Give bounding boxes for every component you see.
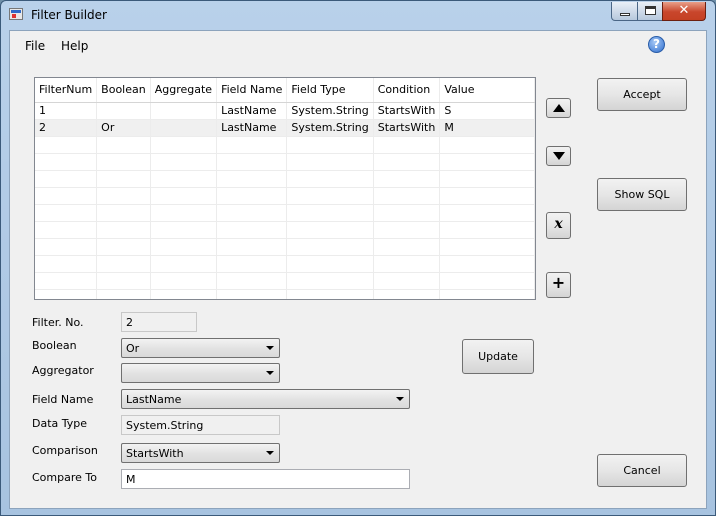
cell-aggregate [150, 119, 218, 137]
grid-header-row: FilterNum Boolean Aggregate Field Name F… [35, 78, 535, 103]
window-title: Filter Builder [31, 8, 107, 22]
minimize-button[interactable] [611, 2, 638, 21]
cell-field-type: System.String [286, 102, 374, 120]
empty-row [35, 153, 535, 171]
comparison-select[interactable]: StartsWith [121, 443, 280, 463]
filter-no-field: 2 [121, 312, 197, 332]
empty-row [35, 221, 535, 239]
cell-boolean: Or [96, 119, 151, 137]
cancel-button[interactable]: Cancel [597, 454, 687, 487]
chevron-down-icon [266, 346, 274, 350]
update-button[interactable]: Update [462, 339, 534, 374]
cell-aggregate [150, 102, 218, 120]
title-bar[interactable]: Filter Builder ✕ [1, 1, 715, 29]
empty-row [35, 187, 535, 205]
menu-file[interactable]: File [25, 39, 45, 53]
filter-grid[interactable]: FilterNum Boolean Aggregate Field Name F… [34, 77, 536, 300]
app-icon [9, 8, 23, 20]
remove-x-icon: x [554, 216, 563, 232]
filter-no-label: Filter. No. [32, 316, 84, 329]
data-type-label: Data Type [32, 417, 88, 430]
empty-row [35, 289, 535, 299]
empty-row [35, 204, 535, 222]
compare-to-input[interactable]: M [121, 469, 410, 489]
move-down-button[interactable] [546, 146, 571, 166]
chevron-down-icon [396, 397, 404, 401]
accept-button[interactable]: Accept [597, 78, 687, 111]
table-row[interactable]: 2 Or LastName System.String StartsWith M [35, 119, 535, 137]
chevron-down-icon [266, 451, 274, 455]
empty-row [35, 136, 535, 154]
boolean-label: Boolean [32, 339, 77, 352]
boolean-select[interactable]: Or [121, 338, 280, 358]
maximize-icon [645, 6, 656, 15]
empty-row [35, 272, 535, 290]
close-icon: ✕ [678, 3, 690, 18]
cell-value: S [439, 102, 535, 120]
cell-field-type: System.String [286, 119, 374, 137]
maximize-button[interactable] [637, 2, 663, 21]
comparison-label: Comparison [32, 444, 98, 457]
compare-to-label: Compare To [32, 471, 97, 484]
client-area: File Help ? FilterNum Boolean Aggregate … [9, 30, 707, 509]
field-name-select-value: LastName [126, 393, 182, 406]
col-header-boolean[interactable]: Boolean [96, 78, 151, 103]
menu-help[interactable]: Help [61, 39, 88, 53]
help-icon[interactable]: ? [648, 36, 665, 53]
empty-row [35, 255, 535, 273]
col-header-field-name[interactable]: Field Name [216, 78, 288, 103]
chevron-down-icon [266, 371, 274, 375]
cell-value: M [439, 119, 535, 137]
col-header-condition[interactable]: Condition [373, 78, 441, 103]
move-up-button[interactable] [546, 98, 571, 118]
data-type-field: System.String [121, 415, 280, 435]
show-sql-button[interactable]: Show SQL [597, 178, 687, 211]
cell-field-name: LastName [216, 119, 288, 137]
close-button[interactable]: ✕ [662, 2, 706, 21]
field-name-label: Field Name [32, 393, 94, 406]
empty-row [35, 238, 535, 256]
comparison-select-value: StartsWith [126, 447, 184, 460]
minimize-icon [620, 13, 630, 16]
empty-row [35, 170, 535, 188]
aggregator-label: Aggregator [32, 364, 94, 377]
field-name-select[interactable]: LastName [121, 389, 410, 409]
col-header-aggregate[interactable]: Aggregate [150, 78, 218, 103]
cell-boolean [96, 102, 151, 120]
filter-table: FilterNum Boolean Aggregate Field Name F… [35, 78, 535, 299]
plus-icon: + [551, 273, 566, 292]
cell-filternum: 2 [35, 119, 98, 137]
aggregator-select[interactable] [121, 363, 280, 383]
remove-filter-button[interactable]: x [546, 212, 571, 239]
col-header-value[interactable]: Value [439, 78, 535, 103]
cell-condition: StartsWith [373, 102, 441, 120]
table-row[interactable]: 1 LastName System.String StartsWith S [35, 102, 535, 120]
filter-builder-window: Filter Builder ✕ File Help ? FilterNum B… [0, 0, 716, 516]
triangle-down-icon [552, 152, 565, 160]
col-header-filternum[interactable]: FilterNum [35, 78, 98, 103]
boolean-select-value: Or [126, 342, 140, 355]
col-header-field-type[interactable]: Field Type [286, 78, 374, 103]
add-filter-button[interactable]: + [546, 272, 571, 298]
cell-field-name: LastName [216, 102, 288, 120]
triangle-up-icon [552, 104, 565, 112]
menu-bar: File Help ? [10, 31, 706, 61]
cell-filternum: 1 [35, 102, 98, 120]
cell-condition: StartsWith [373, 119, 441, 137]
